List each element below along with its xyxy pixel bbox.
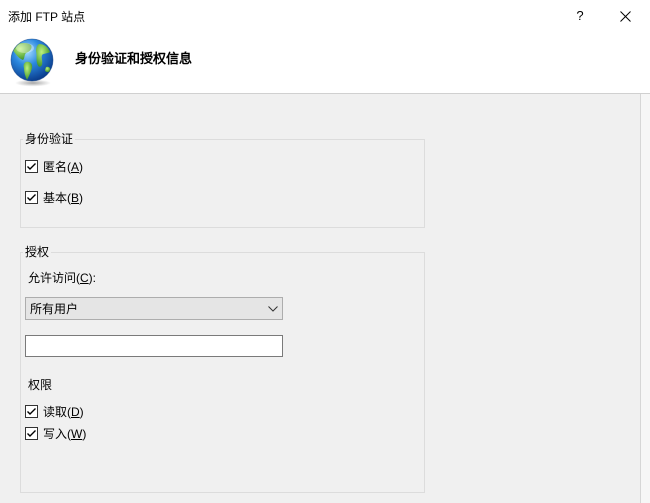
add-ftp-site-dialog: 添加 FTP 站点 ? 身份验证和授权信息 身份验证 匿名(A) 基本(B) 授… — [0, 0, 650, 503]
access-key: D — [71, 404, 80, 419]
checkbox-basic-label: 基本(B) — [43, 190, 84, 205]
checkbox-box[interactable] — [25, 427, 38, 440]
title-bar[interactable]: 添加 FTP 站点 ? — [0, 0, 650, 32]
access-key: W — [71, 426, 83, 441]
allow-access-label: 允许访问(C): — [28, 271, 97, 285]
user-names-input[interactable] — [25, 335, 283, 357]
globe-icon — [7, 37, 57, 87]
content-panel: 身份验证 匿名(A) 基本(B) 授权 允许访问(C): 所有用户 权限 读取(… — [0, 94, 640, 503]
permissions-label: 权限 — [28, 378, 53, 392]
checkbox-box[interactable] — [25, 160, 38, 173]
authentication-group-label: 身份验证 — [23, 131, 76, 147]
authorization-group: 授权 允许访问(C): 所有用户 权限 读取(D) 写入(W) — [20, 244, 425, 493]
checkbox-read[interactable]: 读取(D) — [25, 403, 84, 420]
checkmark-icon — [27, 194, 36, 201]
checkbox-basic[interactable]: 基本(B) — [25, 189, 83, 206]
checkbox-box[interactable] — [25, 405, 38, 418]
authorization-group-label: 授权 — [23, 244, 52, 260]
help-icon: ? — [576, 8, 584, 23]
allow-access-dropdown[interactable]: 所有用户 — [25, 297, 283, 320]
checkbox-box[interactable] — [25, 191, 38, 204]
window-title: 添加 FTP 站点 — [8, 10, 86, 24]
page-title: 身份验证和授权信息 — [75, 51, 193, 66]
checkbox-anonymous-label: 匿名(A) — [43, 159, 84, 174]
close-icon — [619, 10, 631, 22]
access-key: A — [71, 159, 80, 174]
checkbox-write[interactable]: 写入(W) — [25, 425, 86, 442]
help-button[interactable]: ? — [565, 2, 595, 30]
checkbox-read-label: 读取(D) — [43, 404, 84, 419]
checkmark-icon — [27, 163, 36, 170]
allow-access-selected-value: 所有用户 — [30, 301, 79, 316]
access-key: C — [80, 271, 89, 285]
close-button[interactable] — [607, 2, 643, 30]
checkbox-write-label: 写入(W) — [43, 426, 87, 441]
chevron-down-icon — [268, 305, 278, 312]
dialog-header: 添加 FTP 站点 ? 身份验证和授权信息 — [0, 0, 650, 94]
checkbox-anonymous[interactable]: 匿名(A) — [25, 158, 83, 175]
checkmark-icon — [27, 408, 36, 415]
checkmark-icon — [27, 430, 36, 437]
access-key: B — [71, 190, 80, 205]
authentication-group: 身份验证 匿名(A) 基本(B) — [20, 131, 425, 228]
panel-divider — [640, 94, 650, 503]
globe-icon-graphic — [10, 38, 54, 87]
